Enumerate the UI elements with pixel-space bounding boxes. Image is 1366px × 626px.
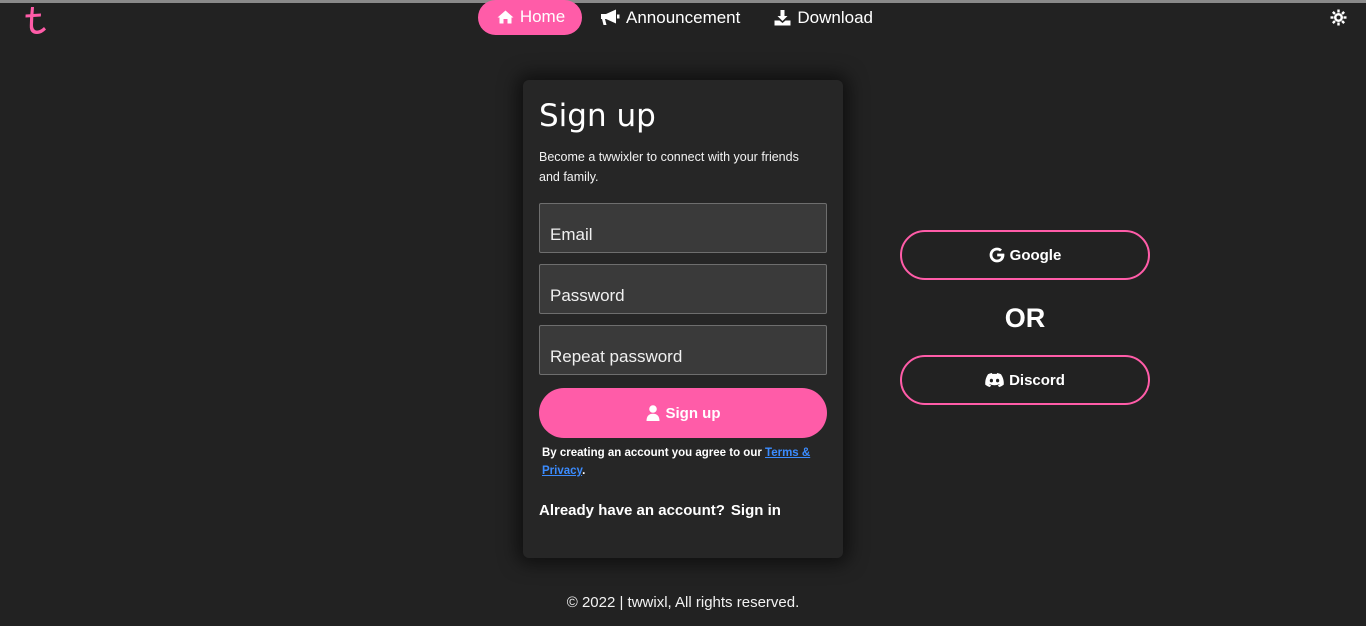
signin-prompt: Already have an account? Sign in bbox=[539, 502, 781, 519]
discord-signin-button[interactable]: Discord bbox=[900, 355, 1150, 405]
google-label: Google bbox=[1009, 246, 1062, 264]
user-icon bbox=[646, 405, 659, 421]
nav-item-label: Announcement bbox=[626, 7, 741, 27]
nav-item-announcement[interactable]: Announcement bbox=[584, 0, 756, 35]
nav-item-label: Download bbox=[797, 7, 873, 27]
footer-copyright: © 2022 | twwixl, All rights reserved. bbox=[566, 594, 800, 611]
gear-icon[interactable] bbox=[1330, 9, 1347, 26]
password-field[interactable] bbox=[539, 264, 827, 314]
megaphone-icon bbox=[601, 9, 620, 25]
discord-label: Discord bbox=[1009, 371, 1065, 389]
google-icon bbox=[989, 247, 1005, 263]
or-divider: OR bbox=[1004, 303, 1046, 333]
home-icon bbox=[497, 10, 514, 24]
signin-link[interactable]: Sign in bbox=[731, 502, 781, 519]
already-text: Already have an account? bbox=[539, 502, 725, 519]
nav-item-home[interactable]: Home bbox=[478, 0, 582, 35]
signup-subtitle: Become a twwixler to connect with your f… bbox=[539, 150, 799, 184]
logo-icon[interactable] bbox=[22, 4, 52, 38]
terms-notice: By creating an account you agree to our … bbox=[542, 444, 824, 480]
signup-title: Sign up bbox=[539, 98, 656, 134]
email-field[interactable] bbox=[539, 203, 827, 253]
signup-button[interactable]: Sign up bbox=[539, 388, 827, 438]
nav-item-label: Home bbox=[519, 7, 566, 26]
google-signin-button[interactable]: Google bbox=[900, 230, 1150, 280]
nav-item-download[interactable]: Download bbox=[758, 0, 889, 35]
terms-suffix: . bbox=[582, 465, 586, 477]
discord-icon bbox=[985, 373, 1004, 387]
top-nav: Home Announcement Download bbox=[478, 0, 889, 35]
download-icon bbox=[774, 9, 791, 25]
signup-card: Sign up Become a twwixler to connect wit… bbox=[523, 80, 843, 558]
signup-button-label: Sign up bbox=[665, 404, 721, 422]
repeat-password-field[interactable] bbox=[539, 325, 827, 375]
terms-prefix: By creating an account you agree to our bbox=[542, 447, 762, 459]
